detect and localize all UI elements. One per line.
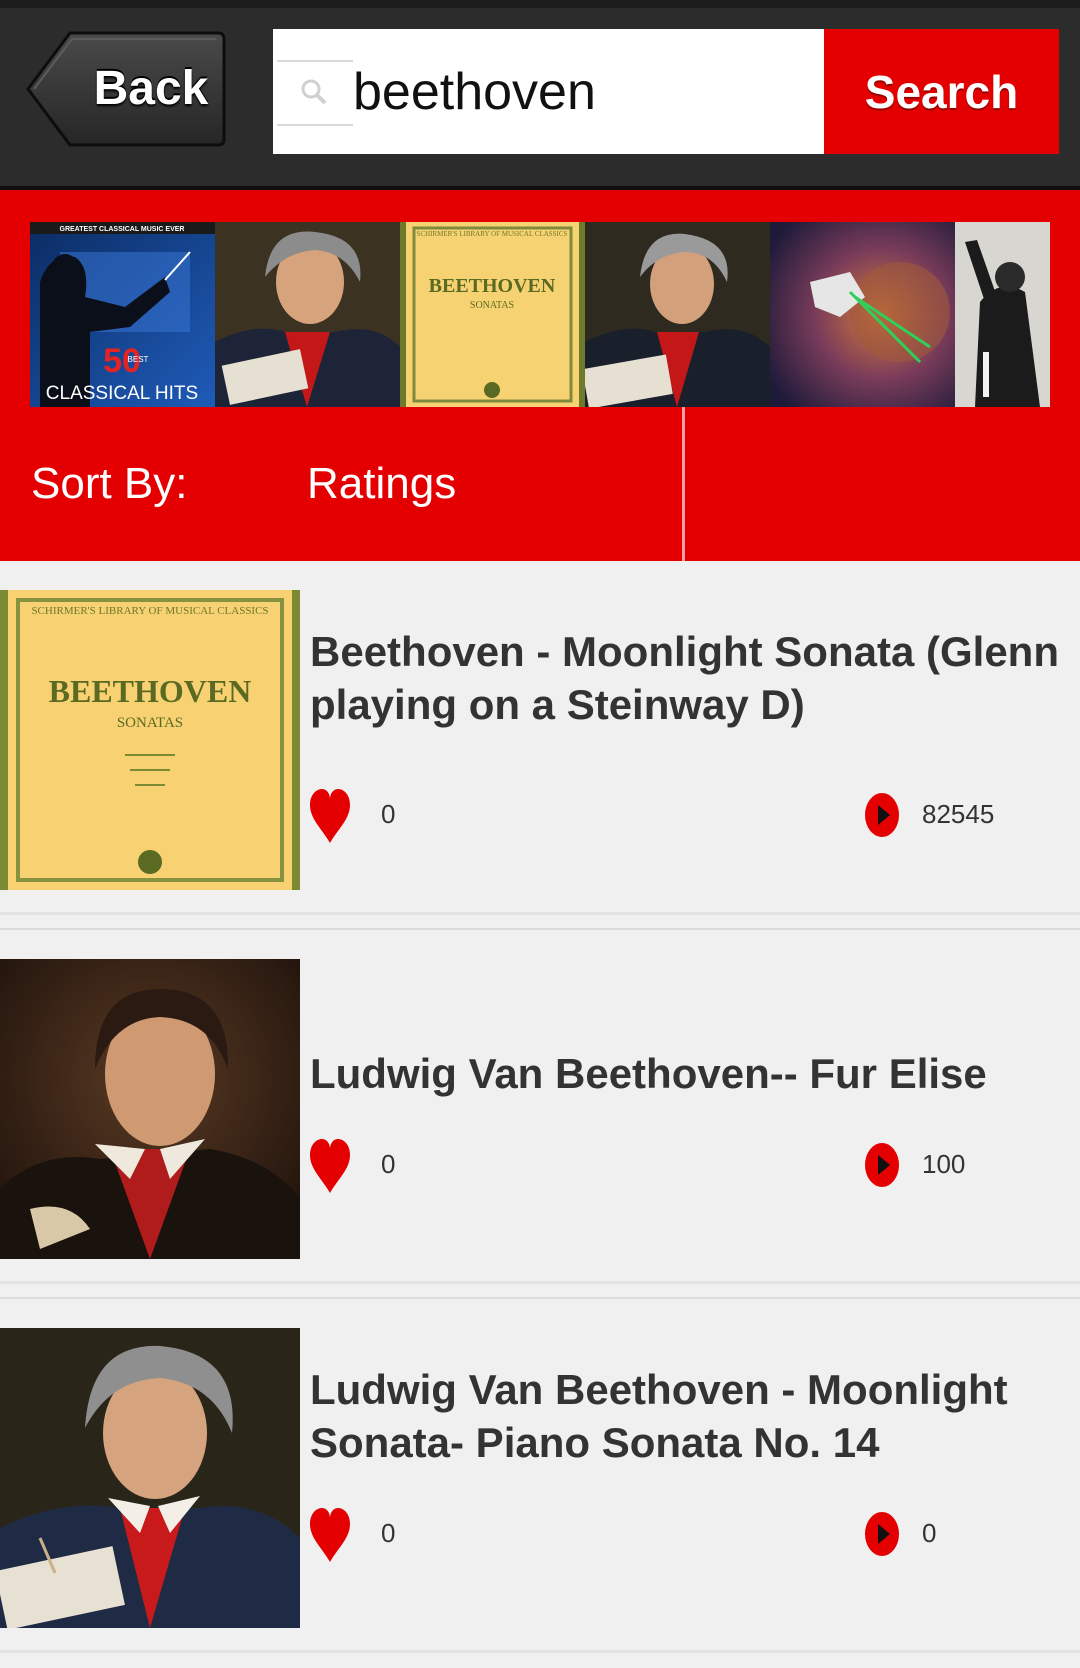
book-title: BEETHOVEN [429,275,556,297]
artwork-title: BEETHOVEN [49,673,252,709]
track-artwork-sonatas: SCHIRMER'S LIBRARY OF MUSICAL CLASSICS B… [0,590,300,890]
sort-bar: Sort By: Ratings [0,407,1080,561]
result-row[interactable]: SCHIRMER'S LIBRARY OF MUSICAL CLASSICS B… [0,561,1080,930]
carousel-item-space-cat[interactable] [770,222,955,407]
play-count-icon [865,793,899,837]
back-button-label: Back [93,62,209,115]
book-subtitle: SONATAS [470,300,514,311]
album-badge: BEST [128,355,149,364]
result-row[interactable]: Ludwig Van Beethoven - Moonlight Sonata-… [0,1299,1080,1668]
album-bottom-text: CLASSICAL HITS [46,383,198,404]
like-count: 0 [381,1149,396,1179]
featured-carousel[interactable]: GREATEST CLASSICAL MUSIC EVER 50 BEST CL… [30,222,1050,407]
search-icon [277,60,353,126]
track-artwork-portrait [0,1328,300,1628]
play-count: 0 [922,1518,937,1548]
carousel-item-sonatas-book[interactable]: SCHIRMER'S LIBRARY OF MUSICAL CLASSICS B… [400,222,585,407]
search-input[interactable] [353,29,813,154]
track-title[interactable]: Ludwig Van Beethoven - Moonlight Sonata-… [310,1363,1070,1469]
track-title[interactable]: Beethoven - Moonlight Sonata (Glenn play… [310,625,1070,731]
album-top-text: GREATEST CLASSICAL MUSIC EVER [60,226,185,233]
result-row[interactable]: Ludwig Van Beethoven-- Fur Elise 0 100 [0,930,1080,1299]
carousel-item-conductor[interactable] [955,222,1050,407]
book-header: SCHIRMER'S LIBRARY OF MUSICAL CLASSICS [417,230,568,238]
like-count: 0 [381,1518,396,1548]
like-heart-icon[interactable] [308,785,352,845]
featured-band: GREATEST CLASSICAL MUSIC EVER 50 BEST CL… [0,190,1080,561]
sort-selector[interactable]: Ratings [307,407,456,561]
top-bar: Back Search [0,8,1080,190]
play-count-icon [865,1512,899,1556]
search-box [273,29,824,154]
like-count: 0 [381,799,396,829]
track-artwork-portrait [0,959,300,1259]
carousel-item-portrait-1[interactable] [215,222,400,407]
status-strip [0,0,1080,8]
like-heart-icon[interactable] [308,1135,352,1195]
play-count-icon [865,1143,899,1187]
track-title[interactable]: Ludwig Van Beethoven-- Fur Elise [310,1047,1070,1100]
row-separator [0,1650,1080,1668]
row-separator [0,1281,1080,1299]
like-heart-icon[interactable] [308,1504,352,1564]
row-separator [0,912,1080,930]
play-count: 82545 [922,799,995,829]
artwork-header: SCHIRMER'S LIBRARY OF MUSICAL CLASSICS [31,605,268,617]
carousel-item-classical-hits[interactable]: GREATEST CLASSICAL MUSIC EVER 50 BEST CL… [30,222,215,407]
search-button[interactable]: Search [824,29,1059,154]
artwork-subtitle: SONATAS [117,715,183,731]
back-button[interactable]: Back [24,29,228,149]
carousel-item-portrait-2[interactable] [585,222,770,407]
sort-divider [682,407,685,561]
play-count: 100 [922,1149,966,1179]
sort-label: Sort By: [31,459,188,508]
